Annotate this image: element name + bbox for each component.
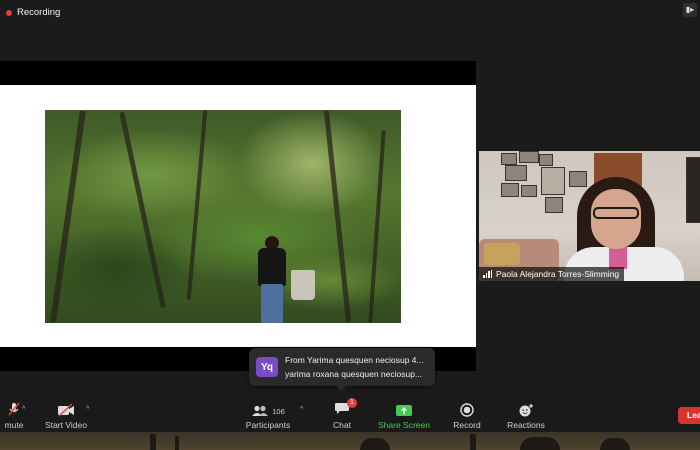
- start-video-button[interactable]: Start Video: [40, 398, 92, 432]
- smiley-plus-icon: [519, 404, 533, 417]
- bucket: [291, 270, 315, 300]
- glasses: [593, 207, 639, 219]
- participants-button[interactable]: 106 Participants: [240, 398, 296, 432]
- leave-button[interactable]: Leave: [678, 407, 700, 424]
- recording-label: Recording: [17, 7, 61, 18]
- slide-forest-photo: [45, 110, 401, 323]
- participant-video-tile[interactable]: Paola Alejandra Torres-Slimming: [479, 151, 700, 281]
- recording-indicator[interactable]: Recording: [6, 7, 60, 18]
- video-camera-off-icon: [58, 403, 74, 417]
- view-toggle-icon[interactable]: ▮▸: [683, 3, 697, 17]
- participants-count: 106: [272, 406, 285, 416]
- sender-avatar: Yq: [256, 357, 278, 377]
- recording-dot-icon: [6, 9, 12, 16]
- participant-name: Paola Alejandra Torres-Slimming: [496, 269, 620, 279]
- share-screen-icon: [396, 405, 412, 416]
- share-screen-button[interactable]: Share Screen: [372, 398, 436, 432]
- participant-person: [559, 177, 689, 281]
- presentation-slide: [0, 85, 476, 347]
- chat-message-preview: yarima roxana quesquen neciosup...: [285, 369, 423, 379]
- chat-button[interactable]: 1 Chat: [326, 398, 358, 432]
- person-figure: [253, 236, 293, 323]
- video-options-chevron-icon[interactable]: ^: [86, 406, 89, 413]
- reactions-button[interactable]: Reactions: [502, 398, 550, 432]
- chat-notification[interactable]: Yq From Yarima quesquen neciosup 4... ya…: [249, 348, 435, 391]
- participants-icon: [252, 405, 269, 416]
- chat-unread-badge: 1: [347, 398, 357, 408]
- microphone-muted-icon: [8, 402, 20, 416]
- mute-button[interactable]: mute: [0, 398, 34, 432]
- pillow: [484, 243, 520, 265]
- participant-name-tag: Paola Alejandra Torres-Slimming: [479, 267, 625, 281]
- shared-screen: [0, 61, 476, 371]
- signal-strength-icon: [483, 270, 492, 278]
- chat-sender-line: From Yarima quesquen neciosup 4...: [285, 355, 424, 365]
- audio-options-chevron-icon[interactable]: ^: [22, 406, 25, 413]
- meeting-toolbar: mute ^ Start Video ^ 106 Participants ^ …: [0, 398, 700, 432]
- participants-options-chevron-icon[interactable]: ^: [300, 406, 303, 413]
- record-icon: [460, 403, 474, 417]
- background-landscape-strip: [0, 432, 700, 450]
- record-button[interactable]: Record: [448, 398, 486, 432]
